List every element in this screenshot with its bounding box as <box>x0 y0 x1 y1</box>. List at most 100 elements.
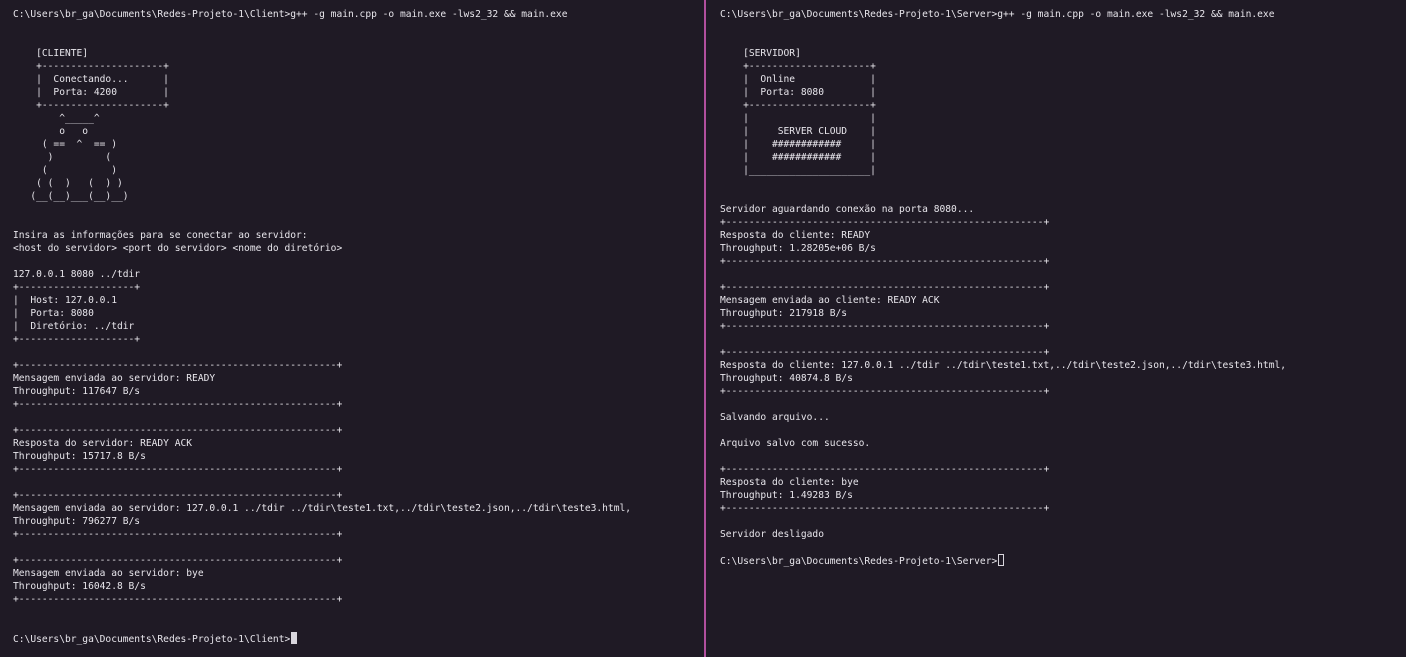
server-output-line <box>720 21 1286 34</box>
server-output-line <box>720 424 1286 437</box>
server-output-line: +---------------------------------------… <box>720 503 1050 514</box>
client-output-line: +---------------------+ <box>13 100 169 111</box>
server-output-line: Resposta do cliente: bye <box>720 477 859 488</box>
server-output-line: +---------------------+ <box>720 100 876 111</box>
client-output-line: <host do servidor> <port do servidor> <n… <box>13 243 343 254</box>
client-output-line <box>13 541 631 554</box>
server-prompt-text: C:\Users\br_ga\Documents\Redes-Projeto-1… <box>720 556 998 567</box>
server-output-line <box>720 450 1286 463</box>
server-output-line: Arquivo salvo com sucesso. <box>720 438 871 449</box>
client-output-line <box>13 476 631 489</box>
client-output-line <box>13 21 631 34</box>
client-output-line: +---------------------------------------… <box>13 555 343 566</box>
server-output-line: Resposta do cliente: 127.0.0.1 ../tdir .… <box>720 360 1287 371</box>
client-output-line: o o <box>13 126 89 137</box>
client-output-line: 127.0.0.1 8080 ../tdir <box>13 269 141 280</box>
client-output-line: Throughput: 15717.8 B/s <box>13 451 146 462</box>
client-output-line <box>13 255 631 268</box>
server-output-line: +---------------------------------------… <box>720 347 1050 358</box>
client-output-line: +---------------------+ <box>13 61 169 72</box>
client-output-line: ) ( <box>13 152 112 163</box>
client-cursor <box>291 632 298 644</box>
client-output-line: | Porta: 8080 <box>13 308 94 319</box>
server-output-line: | ############ | <box>720 139 876 150</box>
client-output-line: +---------------------------------------… <box>13 399 343 410</box>
server-output-line <box>720 333 1286 346</box>
client-output-line: +--------------------+ <box>13 334 141 345</box>
server-output-line <box>720 34 1286 47</box>
client-output-line <box>13 203 631 216</box>
client-output-line: +---------------------------------------… <box>13 490 343 501</box>
client-output-line <box>13 619 631 632</box>
server-output-line: |_____________________| <box>720 165 876 176</box>
client-output-line: ^_____^ <box>13 113 100 124</box>
client-output-line: Mensagem enviada ao servidor: 127.0.0.1 … <box>13 503 632 514</box>
client-output-line <box>13 216 631 229</box>
client-output-line: Throughput: 117647 B/s <box>13 386 141 397</box>
client-output-line: Throughput: 16042.8 B/s <box>13 581 146 592</box>
client-terminal-pane[interactable]: C:\Users\br_ga\Documents\Redes-Projeto-1… <box>0 0 704 657</box>
client-output-line: Throughput: 796277 B/s <box>13 516 141 527</box>
client-output-line: | Host: 127.0.0.1 <box>13 295 117 306</box>
client-output-line <box>13 411 631 424</box>
server-output-line: [SERVIDOR] <box>720 48 801 59</box>
server-output-line: Servidor aguardando conexão na porta 808… <box>720 204 975 215</box>
server-output-line <box>720 515 1286 528</box>
server-output-line: +---------------------------------------… <box>720 464 1050 475</box>
client-output-lines: C:\Users\br_ga\Documents\Redes-Projeto-1… <box>13 8 631 632</box>
server-output-line: | Porta: 8080 | <box>720 87 876 98</box>
client-output-line: ( ) <box>13 165 117 176</box>
server-output-line: Throughput: 217918 B/s <box>720 308 848 319</box>
terminal-screen: C:\Users\br_ga\Documents\Redes-Projeto-1… <box>0 0 1406 657</box>
server-output-line: | ############ | <box>720 152 876 163</box>
server-output-line: Mensagem enviada ao cliente: READY ACK <box>720 295 940 306</box>
server-output-line: | Online | <box>720 74 876 85</box>
server-cursor <box>998 554 1005 566</box>
server-output-line: +---------------------------------------… <box>720 256 1050 267</box>
client-output-line <box>13 606 631 619</box>
client-output-line: +---------------------------------------… <box>13 425 343 436</box>
client-output-line <box>13 34 631 47</box>
client-output-line: +---------------------------------------… <box>13 529 343 540</box>
client-output-line: (__(__)___(__)__) <box>13 191 129 202</box>
client-prompt-line[interactable]: C:\Users\br_ga\Documents\Redes-Projeto-1… <box>13 632 631 645</box>
server-output-line: +---------------------------------------… <box>720 217 1050 228</box>
server-output-line: Throughput: 1.28205e+06 B/s <box>720 243 876 254</box>
client-output-line: +---------------------------------------… <box>13 464 343 475</box>
server-output-line: Servidor desligado <box>720 529 824 540</box>
server-output-line: Throughput: 40874.8 B/s <box>720 373 853 384</box>
server-output-lines: C:\Users\br_ga\Documents\Redes-Projeto-1… <box>720 8 1286 554</box>
server-output-line: +---------------------------------------… <box>720 282 1050 293</box>
server-output-line: +---------------------+ <box>720 61 876 72</box>
server-output-line <box>720 268 1286 281</box>
client-output-line: | Diretório: ../tdir <box>13 321 135 332</box>
server-output-line: | | <box>720 113 876 124</box>
server-terminal-output[interactable]: C:\Users\br_ga\Documents\Redes-Projeto-1… <box>720 8 1286 567</box>
server-output-line: +---------------------------------------… <box>720 386 1050 397</box>
client-terminal-output[interactable]: C:\Users\br_ga\Documents\Redes-Projeto-1… <box>13 8 631 645</box>
server-output-line: Salvando arquivo... <box>720 412 830 423</box>
server-output-line <box>720 177 1286 190</box>
client-output-line: Mensagem enviada ao servidor: bye <box>13 568 204 579</box>
server-output-line: | SERVER CLOUD | <box>720 126 876 137</box>
server-prompt-line[interactable]: C:\Users\br_ga\Documents\Redes-Projeto-1… <box>720 554 1286 567</box>
server-output-line: +---------------------------------------… <box>720 321 1050 332</box>
client-prompt-text: C:\Users\br_ga\Documents\Redes-Projeto-1… <box>13 634 291 645</box>
client-output-line: C:\Users\br_ga\Documents\Redes-Projeto-1… <box>13 9 568 20</box>
client-output-line: ( ( ) ( ) ) <box>13 178 123 189</box>
server-output-line <box>720 541 1286 554</box>
client-output-line: | Porta: 4200 | <box>13 87 169 98</box>
client-output-line: Mensagem enviada ao servidor: READY <box>13 373 216 384</box>
client-output-line: [CLIENTE] <box>13 48 89 59</box>
client-output-line: +---------------------------------------… <box>13 360 343 371</box>
server-output-line <box>720 398 1286 411</box>
client-output-line <box>13 346 631 359</box>
server-output-line: Resposta do cliente: READY <box>720 230 871 241</box>
client-output-line: +---------------------------------------… <box>13 594 343 605</box>
client-output-line: | Conectando... | <box>13 74 169 85</box>
server-terminal-pane[interactable]: C:\Users\br_ga\Documents\Redes-Projeto-1… <box>706 0 1406 657</box>
client-output-line: Insira as informações para se conectar a… <box>13 230 308 241</box>
server-output-line: Throughput: 1.49283 B/s <box>720 490 853 501</box>
client-output-line: ( == ^ == ) <box>13 139 117 150</box>
client-output-line: +--------------------+ <box>13 282 141 293</box>
